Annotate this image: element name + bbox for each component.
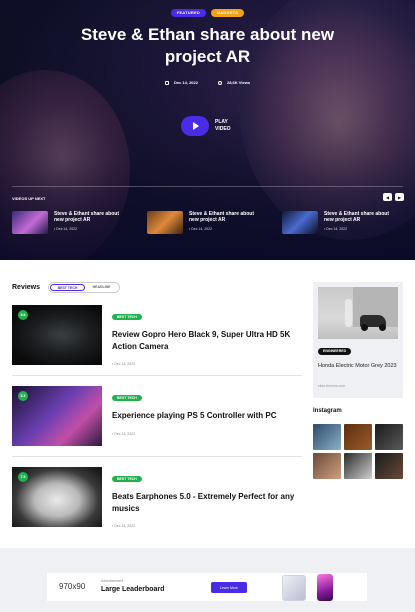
divider	[12, 456, 302, 457]
reviews-tabs: BEST TECH HEADLINE	[48, 282, 121, 293]
review-title[interactable]: Review Gopro Hero Black 9, Super Ultra H…	[112, 329, 302, 352]
sidebar-card[interactable]: ENGINEERED Honda Electric Motor Grey 202…	[313, 282, 403, 398]
instagram-title: Instagram	[313, 408, 342, 414]
up-next-item[interactable]: Steve & Ethant share about new project A…	[147, 211, 264, 234]
instagram-grid	[313, 424, 403, 479]
up-next-item[interactable]: Steve & Ethant share about new project A…	[12, 211, 129, 234]
reviews-title: Reviews	[12, 284, 41, 291]
hero-title[interactable]: Steve & Ethan share about new project AR	[60, 24, 355, 68]
hero-banner[interactable]: FEATURED GADGETS Steve & Ethan share abo…	[0, 0, 415, 260]
ad-leaderboard[interactable]: 970x90 Advertisement Large Leaderboard L…	[47, 573, 367, 601]
sidebar-card-title[interactable]: Honda Electric Motor Grey 2023	[318, 363, 400, 370]
hero-meta: Dec 14, 2022 28,6K Views	[0, 80, 415, 85]
up-next-item[interactable]: Steve & Ethant share about new project A…	[282, 211, 399, 234]
review-date: Dec 14, 2022	[112, 524, 302, 528]
hero-tags: FEATURED GADGETS	[0, 9, 415, 17]
review-tag[interactable]: BEST TECH	[112, 476, 142, 482]
divider	[12, 375, 302, 376]
play-label-1: PLAY	[215, 119, 228, 125]
carousel-arrows: ◀ ▶	[383, 193, 404, 201]
review-score: 8.3	[18, 391, 28, 401]
reviews-header: Reviews BEST TECH HEADLINE	[12, 282, 121, 293]
review-title[interactable]: Beats Earphones 5.0 - Extremely Perfect …	[112, 491, 302, 514]
play-video-label[interactable]: PLAY VIDEO	[215, 119, 231, 133]
up-next-title[interactable]: Steve & Ethant share about new project A…	[189, 211, 264, 223]
up-next-title[interactable]: Steve & Ethant share about new project A…	[324, 211, 399, 223]
hero-date-text: Dec 14, 2022	[173, 80, 198, 85]
up-next-thumbnail[interactable]	[282, 211, 318, 234]
next-arrow-icon[interactable]: ▶	[395, 193, 404, 201]
review-thumbnail[interactable]: 8.6	[12, 305, 102, 365]
review-tag[interactable]: BEST TECH	[112, 314, 142, 320]
sidebar-card-image[interactable]	[318, 287, 398, 339]
up-next-thumbnail[interactable]	[12, 211, 48, 234]
eye-icon	[217, 81, 222, 85]
ad-learn-more-button[interactable]: Learn More	[211, 582, 247, 593]
instagram-photo[interactable]	[375, 453, 403, 479]
tab-headline[interactable]: HEADLINE	[85, 284, 118, 291]
prev-arrow-icon[interactable]: ◀	[383, 193, 392, 201]
instagram-photo[interactable]	[313, 453, 341, 479]
ad-title: Large Leaderboard	[101, 586, 165, 593]
divider	[12, 186, 403, 187]
ad-size: 970x90	[59, 582, 86, 591]
wheel-shape	[361, 324, 368, 331]
up-next-date: Dec 14, 2022	[324, 226, 399, 232]
ad-small-label: Advertisement	[101, 579, 124, 583]
up-next-title[interactable]: Steve & Ethant share about new project A…	[54, 211, 129, 223]
up-next-date: Dec 14, 2022	[54, 226, 129, 232]
tag-featured[interactable]: FEATURED	[170, 9, 206, 17]
review-item[interactable]: 8.6 BEST TECH Review Gopro Hero Black 9,…	[12, 305, 302, 366]
review-item[interactable]: 8.3 BEST TECH Experience playing PS 5 Co…	[12, 386, 302, 446]
instagram-photo[interactable]	[375, 424, 403, 450]
instagram-photo[interactable]	[344, 453, 372, 479]
instagram-photo[interactable]	[344, 424, 372, 450]
hero-date: Dec 14, 2022	[164, 80, 198, 85]
calendar-icon	[164, 81, 169, 85]
sidebar-card-tag[interactable]: ENGINEERED	[318, 348, 352, 355]
up-next-date: Dec 14, 2022	[189, 226, 264, 232]
review-score: 7.5	[18, 472, 28, 482]
tablet-image	[282, 575, 306, 601]
review-date: Dec 14, 2022	[112, 432, 302, 436]
review-thumbnail[interactable]: 7.5	[12, 467, 102, 527]
review-item[interactable]: 7.5 BEST TECH Beats Earphones 5.0 - Extr…	[12, 467, 302, 528]
play-video[interactable]: PLAY VIDEO	[181, 116, 231, 136]
hero-views-text: 28,6K Views	[226, 80, 251, 85]
phone-image	[317, 574, 333, 601]
review-title[interactable]: Experience playing PS 5 Controller with …	[112, 410, 302, 422]
up-next-thumbnail[interactable]	[147, 211, 183, 234]
sidebar-card-sub: slide:themes.com	[318, 384, 346, 388]
review-thumbnail[interactable]: 8.3	[12, 386, 102, 446]
tag-gadgets[interactable]: GADGETS	[210, 9, 245, 17]
review-date: Dec 14, 2022	[112, 362, 302, 366]
videos-up-next-label: VIDEOS UP NEXT	[12, 196, 46, 201]
play-label-2: VIDEO	[215, 126, 231, 132]
hero-views: 28,6K Views	[217, 80, 251, 85]
wheel-shape	[379, 324, 386, 331]
play-icon[interactable]	[181, 116, 209, 136]
instagram-photo[interactable]	[313, 424, 341, 450]
tab-best-tech[interactable]: BEST TECH	[50, 284, 86, 291]
review-score: 8.6	[18, 310, 28, 320]
review-tag[interactable]: BEST TECH	[112, 395, 142, 401]
person-shape	[345, 299, 352, 327]
